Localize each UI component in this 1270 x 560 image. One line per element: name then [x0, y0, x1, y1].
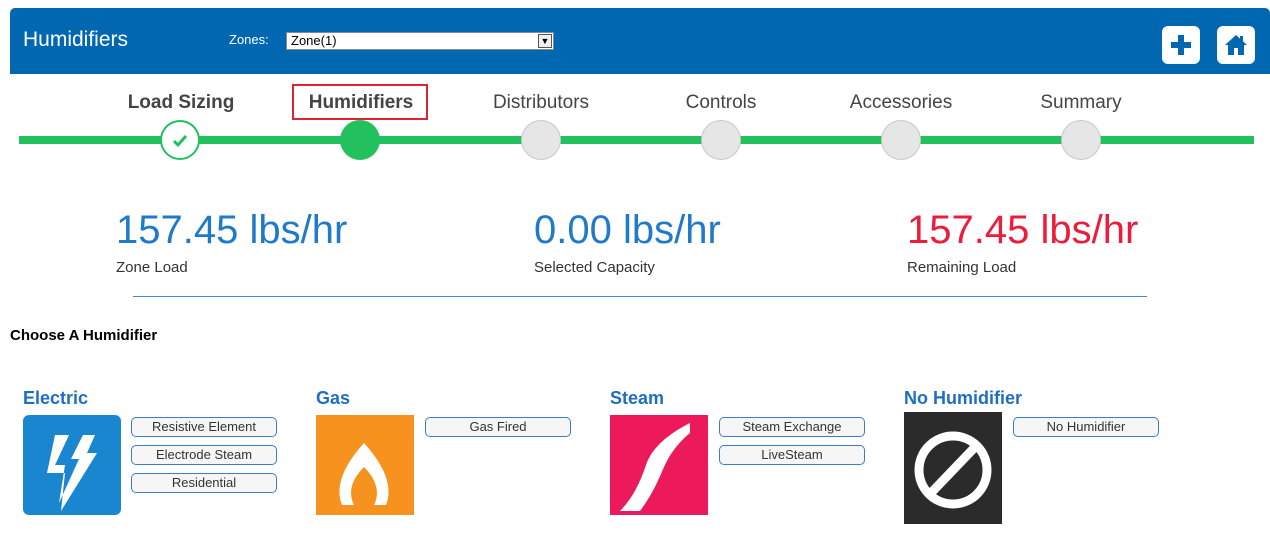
option-gas-fired[interactable]: Gas Fired — [425, 417, 571, 437]
section-title: Choose A Humidifier — [10, 327, 158, 344]
option-no-humidifier[interactable]: No Humidifier — [1013, 417, 1159, 437]
step-label-accessories[interactable]: Accessories — [821, 92, 981, 114]
option-livesteam[interactable]: LiveSteam — [719, 445, 865, 465]
zones-select[interactable]: Zone(1) ▼ — [286, 32, 554, 50]
category-title-steam: Steam — [610, 388, 665, 408]
option-resistive-element[interactable]: Resistive Element — [131, 417, 277, 437]
prohibited-icon — [904, 412, 1002, 524]
step-node-distributors[interactable] — [521, 120, 561, 160]
step-label-load-sizing[interactable]: Load Sizing — [101, 92, 261, 114]
zones-select-value: Zone(1) — [291, 33, 337, 48]
category-title-gas: Gas — [316, 388, 351, 408]
option-electrode-steam[interactable]: Electrode Steam — [131, 445, 277, 465]
zone-load-value: 157.45 lbs/hr — [116, 208, 348, 252]
step-label-distributors[interactable]: Distributors — [461, 92, 621, 114]
option-residential[interactable]: Residential — [131, 473, 277, 493]
flame-icon — [316, 415, 414, 515]
home-icon — [1225, 35, 1247, 55]
check-icon — [172, 135, 188, 148]
steam-tile[interactable] — [610, 415, 708, 515]
zone-load-label: Zone Load — [116, 259, 188, 276]
step-node-accessories[interactable] — [881, 120, 921, 160]
step-label-summary[interactable]: Summary — [1001, 92, 1161, 114]
option-steam-exchange[interactable]: Steam Exchange — [719, 417, 865, 437]
category-title-electric: Electric — [23, 388, 89, 408]
step-node-controls[interactable] — [701, 120, 741, 160]
plus-icon — [1171, 35, 1191, 55]
step-node-humidifiers[interactable] — [340, 120, 380, 160]
selected-capacity-value: 0.00 lbs/hr — [534, 208, 721, 252]
steam-icon — [610, 415, 708, 515]
selected-capacity-label: Selected Capacity — [534, 259, 655, 276]
app-title: Humidifiers — [23, 28, 129, 51]
remaining-load-value: 157.45 lbs/hr — [907, 208, 1139, 252]
app-header: Humidifiers Zones: Zone(1) ▼ — [10, 8, 1270, 74]
electric-tile[interactable] — [23, 415, 121, 515]
zones-label: Zones: — [229, 32, 269, 47]
home-button[interactable] — [1217, 26, 1255, 64]
lightning-icon — [23, 415, 121, 515]
remaining-load-label: Remaining Load — [907, 259, 1017, 276]
active-step-highlight — [292, 84, 428, 120]
gas-tile[interactable] — [316, 415, 414, 515]
stats-divider — [133, 296, 1147, 297]
add-button[interactable] — [1162, 26, 1200, 64]
category-title-no-humidifier: No Humidifier — [904, 388, 1023, 408]
step-node-load-sizing[interactable] — [160, 120, 200, 160]
step-label-controls[interactable]: Controls — [641, 92, 801, 114]
step-node-summary[interactable] — [1061, 120, 1101, 160]
chevron-down-icon[interactable]: ▼ — [538, 34, 552, 48]
no-humidifier-tile[interactable] — [904, 412, 1002, 524]
